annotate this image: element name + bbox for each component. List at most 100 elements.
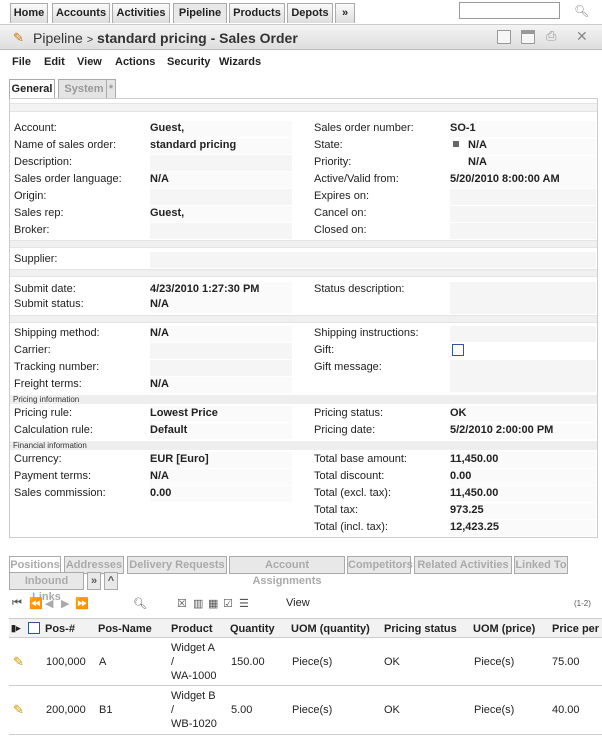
col-uom-quantity[interactable]: UOM (quantity): [291, 623, 370, 635]
commission-value[interactable]: 0.00: [150, 486, 292, 502]
tab-more[interactable]: »: [87, 572, 101, 590]
select-all-checkbox[interactable]: [28, 622, 40, 634]
menu-file[interactable]: File: [12, 56, 31, 68]
col-uom-price[interactable]: UOM (price): [473, 623, 535, 635]
shipping-instructions-value[interactable]: [450, 326, 596, 342]
calculation-rule-value[interactable]: Default: [150, 423, 292, 439]
account-value[interactable]: Guest,: [150, 121, 292, 137]
gift-message-value[interactable]: [450, 360, 596, 392]
menu-actions[interactable]: Actions: [115, 56, 155, 68]
fast-back-icon[interactable]: ⏪: [29, 597, 43, 610]
list-icon[interactable]: ☰: [239, 597, 249, 610]
so-number-value[interactable]: SO-1: [450, 121, 596, 137]
fast-forward-icon[interactable]: ⏩: [75, 597, 89, 610]
valid-from-value[interactable]: 5/20/2010 8:00:00 AM: [450, 172, 596, 188]
total-discount-value[interactable]: 0.00: [450, 469, 596, 485]
cell-product-code[interactable]: WA-1000: [171, 670, 216, 682]
window-maximize-icon[interactable]: [521, 30, 535, 44]
clear-filter-icon[interactable]: ☒: [177, 597, 187, 610]
tab-pipeline[interactable]: Pipeline: [173, 3, 227, 23]
tab-general[interactable]: General: [9, 79, 55, 98]
submit-date-value[interactable]: 4/23/2010 1:27:30 PM: [150, 282, 292, 298]
tracking-value[interactable]: [150, 360, 292, 376]
check-icon[interactable]: ☑: [223, 597, 233, 610]
tab-collapse[interactable]: ^: [104, 572, 118, 590]
gift-checkbox[interactable]: [452, 344, 464, 356]
pricing-status-value[interactable]: OK: [450, 406, 596, 422]
payment-terms-value[interactable]: N/A: [150, 469, 292, 485]
tab-more[interactable]: »: [335, 3, 355, 23]
language-value[interactable]: N/A: [150, 172, 292, 188]
submit-status-value[interactable]: N/A: [150, 297, 292, 313]
closed-on-value[interactable]: [450, 223, 596, 239]
top-navigation: Home Accounts Activities Pipeline Produc…: [0, 0, 602, 24]
menu-edit[interactable]: Edit: [44, 56, 65, 68]
shipping-method-value[interactable]: N/A: [150, 326, 292, 342]
state-value[interactable]: N/A: [468, 139, 596, 155]
close-icon[interactable]: ✕: [576, 28, 590, 44]
edit-icon[interactable]: ✎: [13, 654, 24, 670]
tab-depots[interactable]: Depots: [287, 3, 333, 23]
print-icon[interactable]: ⎙: [546, 28, 560, 43]
freight-value[interactable]: N/A: [150, 377, 292, 393]
cell-product-code[interactable]: WB-1020: [171, 718, 217, 730]
pricing-date-value[interactable]: 5/2/2010 2:00:00 PM: [450, 423, 596, 439]
search-icon[interactable]: 🔍︎: [133, 597, 147, 610]
supplier-value[interactable]: [150, 252, 596, 268]
col-pos-number[interactable]: Pos-#: [45, 623, 75, 635]
tab-system[interactable]: System: [58, 79, 110, 98]
prev-page-icon[interactable]: ◀: [45, 597, 53, 610]
window-restore-icon[interactable]: [497, 30, 511, 44]
cancel-on-value[interactable]: [450, 206, 596, 222]
tab-competitors[interactable]: Competitors: [347, 556, 413, 574]
next-page-icon[interactable]: ▶: [61, 597, 69, 610]
search-input[interactable]: [459, 2, 560, 19]
tab-activities[interactable]: Activities: [112, 3, 170, 23]
tab-products[interactable]: Products: [229, 3, 285, 23]
total-incl-value[interactable]: 12,423.25: [450, 520, 596, 536]
tab-account-assignments[interactable]: Account Assignments: [229, 556, 345, 587]
first-page-icon[interactable]: ⏮: [12, 597, 22, 610]
col-price-per-unit[interactable]: Price per u: [552, 623, 602, 635]
col-pricing-status[interactable]: Pricing status: [384, 623, 457, 635]
origin-value[interactable]: [150, 189, 292, 205]
status-description-value[interactable]: [450, 282, 596, 314]
table-row[interactable]: ✎ 100,000 A Widget A / WA-1000 150.00 Pi…: [9, 639, 602, 686]
view-menu[interactable]: View: [286, 597, 310, 609]
so-number-label: Sales order number:: [314, 122, 414, 134]
row-menu-icon[interactable]: ▮▸: [11, 623, 20, 634]
menu-wizards[interactable]: Wizards: [219, 56, 261, 68]
tab-delivery-requests[interactable]: Delivery Requests: [127, 556, 227, 574]
total-tax-value[interactable]: 973.25: [450, 503, 596, 519]
tab-inbound-links[interactable]: Inbound Links: [9, 572, 84, 603]
col-quantity[interactable]: Quantity: [230, 623, 275, 635]
menu-security[interactable]: Security: [167, 56, 210, 68]
currency-value[interactable]: EUR [Euro]: [150, 452, 292, 468]
total-base-value[interactable]: 11,450.00: [450, 452, 596, 468]
broker-value[interactable]: [150, 223, 292, 239]
carrier-value[interactable]: [150, 343, 292, 359]
total-excl-value[interactable]: 11,450.00: [450, 486, 596, 502]
status-description-label: Status description:: [314, 283, 405, 295]
description-value[interactable]: [150, 155, 292, 171]
expires-value[interactable]: [450, 189, 596, 205]
menu-view[interactable]: View: [77, 56, 102, 68]
grid-icon[interactable]: ▦: [208, 597, 218, 610]
table-row[interactable]: ✎ 200,000 B1 Widget B / WB-1020 5.00 Pie…: [9, 687, 602, 735]
columns-icon[interactable]: ▥: [193, 597, 203, 610]
tab-home[interactable]: Home: [10, 3, 48, 23]
edit-icon[interactable]: ✎: [13, 702, 24, 718]
pricing-rule-value[interactable]: Lowest Price: [150, 406, 292, 422]
cell-product-name[interactable]: Widget B: [171, 690, 216, 702]
priority-value[interactable]: N/A: [468, 156, 596, 172]
tab-linked-to[interactable]: Linked To: [514, 556, 568, 574]
col-pos-name[interactable]: Pos-Name: [98, 623, 152, 635]
search-icon[interactable]: 🔍︎: [574, 4, 589, 18]
order-name-value[interactable]: standard pricing: [150, 138, 292, 154]
col-product[interactable]: Product: [171, 623, 213, 635]
cell-product-name[interactable]: Widget A: [171, 642, 215, 654]
tab-accounts[interactable]: Accounts: [52, 3, 110, 23]
tab-star[interactable]: *: [106, 79, 116, 98]
sales-rep-value[interactable]: Guest,: [150, 206, 292, 222]
tab-related-activities[interactable]: Related Activities: [414, 556, 512, 574]
